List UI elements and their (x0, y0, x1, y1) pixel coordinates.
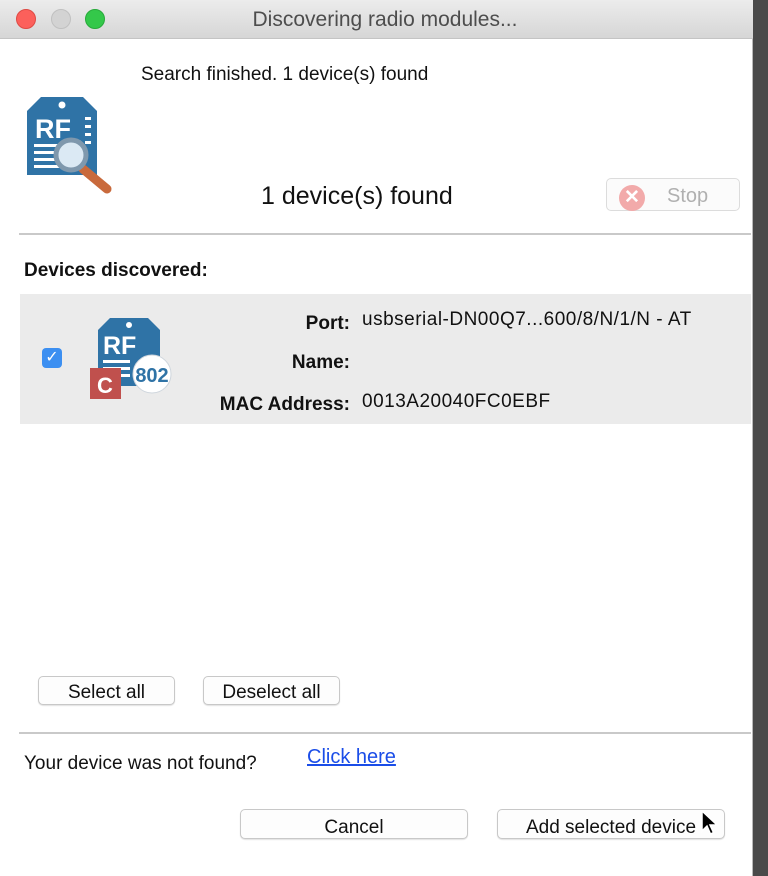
device-not-found-text: Your device was not found? (24, 753, 257, 774)
select-all-button[interactable]: Select all (38, 676, 175, 705)
stop-icon: ✕ (619, 185, 645, 211)
deselect-all-button[interactable]: Deselect all (203, 676, 340, 705)
divider (19, 233, 751, 235)
discovery-dialog: Discovering radio modules... Search fini… (0, 0, 753, 876)
search-status-message: Search finished. 1 device(s) found (141, 64, 429, 85)
mac-address-value: 0013A20040FC0EBF (362, 391, 551, 412)
port-label: Port: (305, 313, 350, 334)
device-badge-letter: C (97, 373, 113, 398)
title-bar: Discovering radio modules... (0, 0, 753, 39)
mouse-pointer-icon (701, 809, 719, 841)
devices-discovered-heading: Devices discovered: (24, 260, 208, 281)
add-selected-device-button[interactable]: Add selected device (497, 809, 725, 839)
radio-module-icon: RF C 802 (90, 318, 195, 405)
mac-address-label: MAC Address: (219, 394, 350, 415)
device-badge-number: 802 (135, 365, 168, 387)
port-value: usbserial-DN00Q7...600/8/N/1/N - AT (362, 309, 692, 330)
rf-search-icon: RF (27, 97, 117, 202)
cancel-button[interactable]: Cancel (240, 809, 468, 839)
device-checkbox[interactable]: ✓ (42, 348, 62, 368)
footer-divider (19, 732, 751, 734)
window-title: Discovering radio modules... (252, 8, 518, 31)
device-list-item[interactable]: ✓ RF C 802 Port: usbserial-DN00Q7...600/… (20, 294, 751, 424)
stop-button[interactable]: ✕ Stop (606, 178, 740, 211)
name-label: Name: (291, 352, 350, 373)
devices-found-count: 1 device(s) found (261, 182, 453, 210)
stop-button-label: Stop (667, 185, 709, 207)
svg-text:RF: RF (103, 332, 136, 360)
click-here-link[interactable]: Click here (307, 746, 396, 769)
